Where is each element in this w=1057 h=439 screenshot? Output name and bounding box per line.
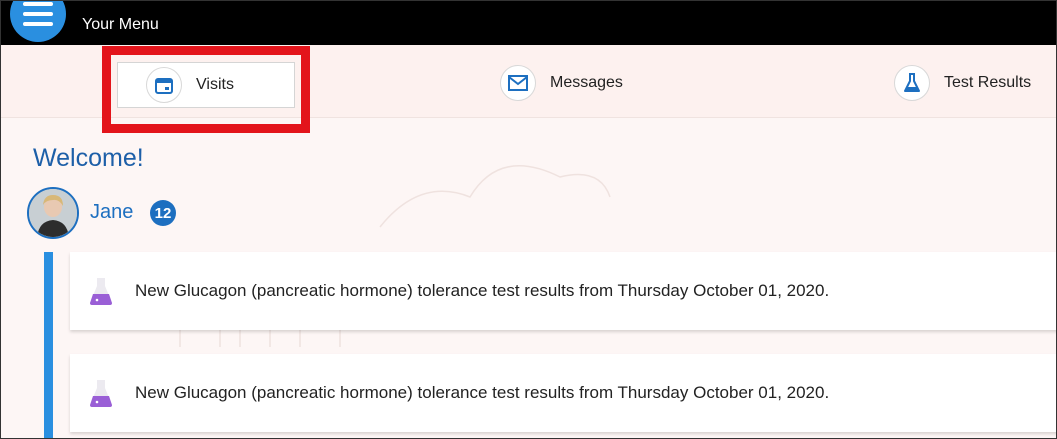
hamburger-menu-button[interactable]	[10, 0, 66, 42]
top-bar: Your Menu	[0, 0, 1057, 45]
menu-line-icon	[23, 2, 53, 6]
tab-messages-label: Messages	[550, 74, 623, 91]
highlight-box	[102, 46, 310, 133]
menu-line-icon	[23, 22, 53, 26]
tab-test-results-label: Test Results	[944, 74, 1032, 91]
envelope-icon	[500, 65, 536, 101]
tab-messages[interactable]: Messages	[500, 63, 623, 103]
feed-item-text: New Glucagon (pancreatic hormone) tolera…	[135, 383, 830, 402]
flask-icon	[88, 276, 114, 311]
flask-icon	[88, 378, 114, 413]
timeline-bar	[44, 252, 53, 439]
user-name[interactable]: Jane	[90, 201, 133, 224]
avatar[interactable]	[27, 187, 79, 239]
tab-test-results[interactable]: Test Results	[894, 63, 1031, 103]
notification-count-badge: 12	[150, 200, 176, 226]
flask-icon	[894, 65, 930, 101]
menu-line-icon	[23, 12, 53, 16]
feed-item[interactable]: New Glucagon (pancreatic hormone) tolera…	[70, 252, 1057, 330]
feed-item[interactable]: New Glucagon (pancreatic hormone) tolera…	[70, 354, 1057, 432]
menu-title: Your Menu	[82, 16, 159, 33]
feed-item-text: New Glucagon (pancreatic hormone) tolera…	[135, 281, 830, 300]
welcome-heading: Welcome!	[33, 144, 144, 172]
